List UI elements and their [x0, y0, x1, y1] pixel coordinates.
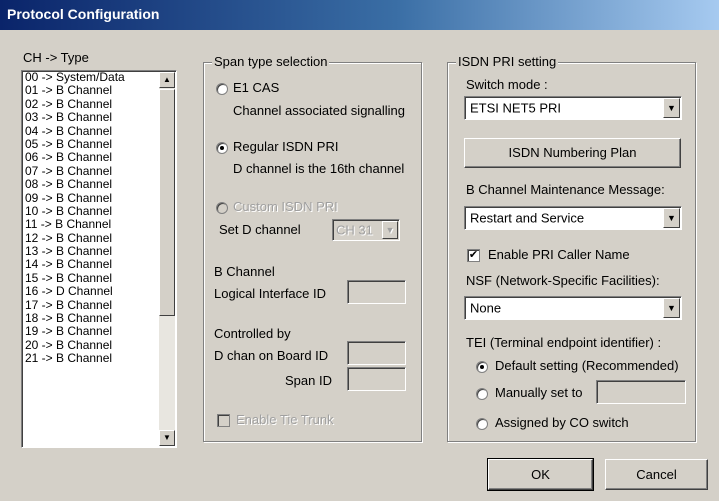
enable-caller-name-label: Enable PRI Caller Name [488, 247, 630, 262]
dialog-title: Protocol Configuration [7, 6, 160, 22]
chevron-down-icon[interactable]: ▼ [663, 298, 680, 318]
d-chan-board-label: D chan on Board ID [214, 348, 329, 363]
list-item[interactable]: 00 -> System/Data [25, 71, 157, 84]
span-id-label: Span ID [285, 373, 332, 388]
switch-mode-value: ETSI NET5 PRI [470, 100, 562, 116]
list-item[interactable]: 02 -> B Channel [25, 97, 157, 111]
span-type-group-title: Span type selection [212, 54, 330, 69]
regular-isdn-description: D channel is the 16th channel [233, 161, 405, 176]
nsf-label: NSF (Network-Specific Facilities): [466, 273, 660, 288]
list-item[interactable]: 01 -> B Channel [25, 83, 157, 97]
tei-manual-radio[interactable] [476, 388, 488, 400]
list-item[interactable]: 04 -> B Channel [25, 124, 157, 138]
controlled-by-label: Controlled by [214, 326, 291, 341]
isdn-pri-group-title: ISDN PRI setting [456, 54, 559, 69]
list-item[interactable]: 18 -> B Channel [25, 311, 157, 325]
list-item[interactable]: 07 -> B Channel [25, 164, 157, 178]
tei-default-radio[interactable] [476, 361, 488, 373]
b-maint-select[interactable]: Restart and Service ▼ [464, 206, 682, 230]
ok-button[interactable]: OK [487, 458, 594, 491]
e1-cas-description: Channel associated signalling [233, 103, 406, 118]
list-item[interactable]: 15 -> B Channel [25, 271, 157, 285]
list-item[interactable]: 17 -> B Channel [25, 298, 157, 312]
channel-items: 00 -> System/Data 01 -> B Channel 02 -> B … [25, 71, 157, 366]
channel-list[interactable]: 00 -> System/Data 01 -> B Channel 02 -> B … [21, 70, 177, 448]
list-item[interactable]: 03 -> B Channel [25, 110, 157, 124]
e1-cas-label: E1 CAS [233, 80, 280, 95]
list-item[interactable]: 13 -> B Channel [25, 244, 157, 258]
list-item[interactable]: 06 -> B Channel [25, 150, 157, 164]
tei-manual-label: Manually set to [495, 385, 583, 400]
scroll-up-icon[interactable]: ▲ [159, 72, 175, 88]
list-item[interactable]: 08 -> B Channel [25, 177, 157, 191]
channel-list-header: CH -> Type [23, 50, 89, 65]
list-item[interactable]: 05 -> B Channel [25, 137, 157, 151]
d-chan-board-input[interactable] [347, 341, 406, 365]
tei-label: TEI (Terminal endpoint identifier) : [466, 335, 662, 350]
cancel-button[interactable]: Cancel [605, 459, 708, 490]
regular-isdn-radio[interactable] [216, 142, 228, 154]
tei-co-radio[interactable] [476, 418, 488, 430]
chevron-down-icon[interactable]: ▼ [663, 208, 680, 228]
custom-isdn-label: Custom ISDN PRI [233, 199, 338, 214]
scroll-down-icon[interactable]: ▼ [159, 430, 175, 446]
custom-isdn-radio[interactable] [216, 202, 228, 214]
tei-co-label: Assigned by CO switch [495, 415, 629, 430]
list-item[interactable]: 19 -> B Channel [25, 325, 157, 339]
b-maint-value: Restart and Service [470, 210, 585, 226]
d-channel-select[interactable]: CH 31 ▼ [332, 219, 400, 241]
logical-interface-input[interactable] [347, 280, 406, 304]
switch-mode-select[interactable]: ETSI NET5 PRI ▼ [464, 96, 682, 120]
chevron-down-icon[interactable]: ▼ [663, 98, 680, 118]
protocol-configuration-dialog: Protocol Configuration CH -> Type 00 -> … [0, 0, 719, 501]
chevron-down-icon[interactable]: ▼ [382, 221, 398, 239]
list-item[interactable]: 11 -> B Channel [25, 217, 157, 231]
switch-mode-label: Switch mode : [466, 77, 548, 92]
list-item[interactable]: 20 -> B Channel [25, 338, 157, 352]
title-bar[interactable]: Protocol Configuration [0, 0, 719, 30]
e1-cas-radio[interactable] [216, 83, 228, 95]
list-item[interactable]: 10 -> B Channel [25, 204, 157, 218]
d-channel-value: CH 31 [336, 222, 373, 238]
enable-caller-name-checkbox[interactable]: ✔ [467, 249, 480, 262]
tei-manual-input[interactable] [596, 380, 686, 404]
span-id-input[interactable] [347, 367, 406, 391]
list-item[interactable]: 09 -> B Channel [25, 191, 157, 205]
enable-tie-trunk-checkbox[interactable] [217, 414, 230, 427]
list-item[interactable]: 12 -> B Channel [25, 231, 157, 245]
channel-list-scrollbar[interactable]: ▲ ▼ [159, 72, 175, 446]
list-item[interactable]: 21 -> B Channel [25, 351, 157, 365]
logical-interface-label: Logical Interface ID [214, 286, 327, 301]
isdn-numbering-plan-button[interactable]: ISDN Numbering Plan [464, 138, 681, 168]
scroll-thumb[interactable] [159, 89, 175, 316]
b-channel-label: B Channel [214, 264, 275, 279]
list-item[interactable]: 14 -> B Channel [25, 258, 157, 272]
tei-default-label: Default setting (Recommended) [495, 358, 679, 373]
nsf-select[interactable]: None ▼ [464, 296, 682, 320]
b-maint-label: B Channel Maintenance Message: [466, 182, 665, 197]
nsf-value: None [470, 300, 502, 316]
regular-isdn-label: Regular ISDN PRI [233, 139, 339, 154]
list-item[interactable]: 16 -> D Channel [25, 284, 157, 298]
set-d-channel-label: Set D channel [219, 222, 301, 237]
enable-tie-trunk-label: Enable Tie Trunk [236, 412, 334, 427]
